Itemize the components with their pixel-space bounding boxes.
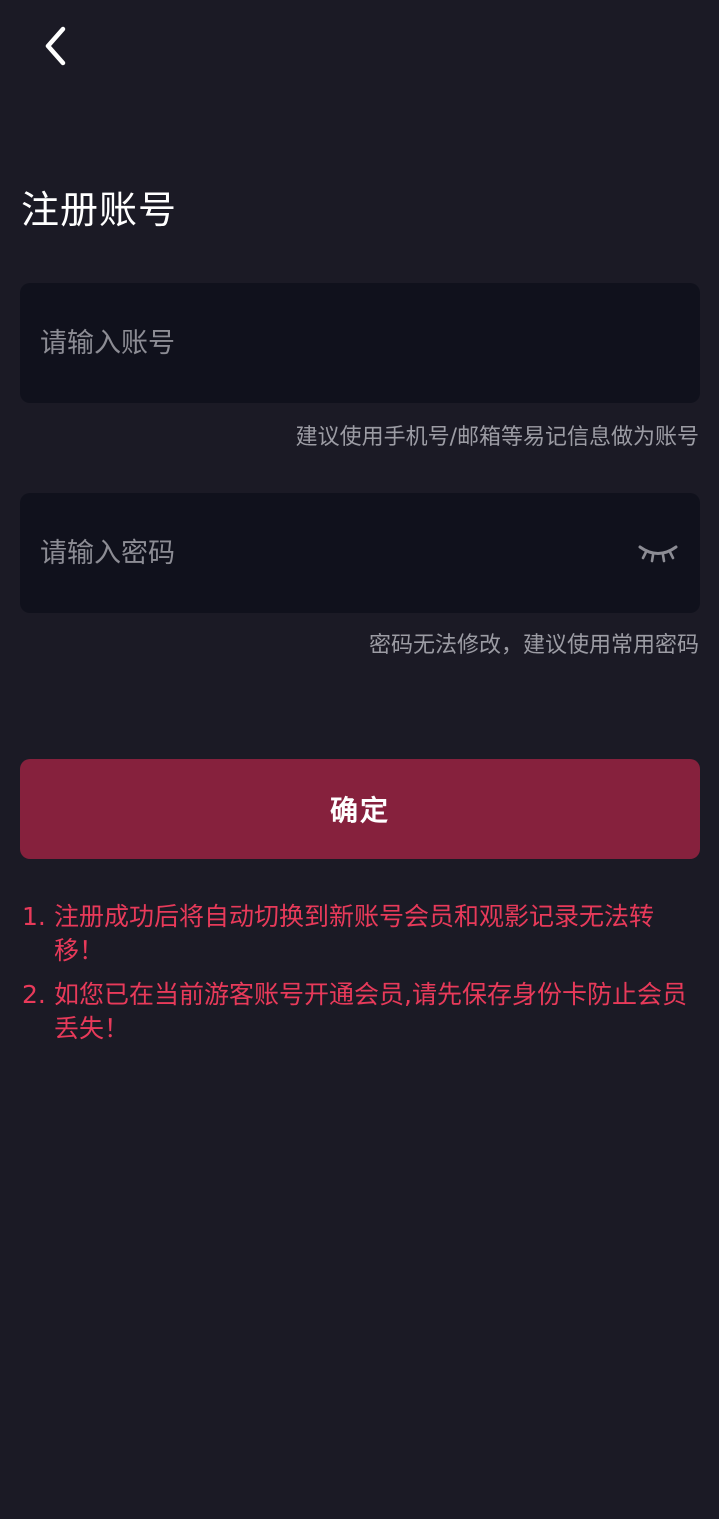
- notice-item: 2. 如您已在当前游客账号开通会员,请先保存身份卡防止会员丢失！: [22, 978, 698, 1046]
- eye-closed-icon[interactable]: [636, 538, 680, 568]
- back-button[interactable]: [30, 22, 82, 74]
- notice-number: 2.: [22, 980, 46, 1009]
- notice-text: 如您已在当前游客账号开通会员,请先保存身份卡防止会员丢失！: [54, 980, 687, 1043]
- confirm-button[interactable]: 确定: [20, 759, 700, 859]
- account-hint: 建议使用手机号/邮箱等易记信息做为账号: [295, 425, 699, 450]
- password-hint: 密码无法修改，建议使用常用密码: [368, 633, 699, 658]
- page-title: 注册账号: [21, 188, 178, 232]
- chevron-left-icon: [41, 25, 71, 71]
- notice-item: 1. 注册成功后将自动切换到新账号会员和观影记录无法转移！: [22, 900, 698, 968]
- notice-list: 1. 注册成功后将自动切换到新账号会员和观影记录无法转移！ 2. 如您已在当前游…: [22, 900, 698, 1056]
- notice-text: 注册成功后将自动切换到新账号会员和观影记录无法转移！: [54, 902, 655, 965]
- notice-number: 1.: [22, 902, 46, 931]
- password-field[interactable]: [20, 493, 700, 613]
- account-field[interactable]: [20, 283, 700, 403]
- account-input[interactable]: [40, 283, 680, 403]
- password-input[interactable]: [40, 493, 636, 613]
- register-screen: 注册账号 建议使用手机号/邮箱等易记信息做为账号 密码无法修改，建议使用常用密码…: [0, 0, 719, 1519]
